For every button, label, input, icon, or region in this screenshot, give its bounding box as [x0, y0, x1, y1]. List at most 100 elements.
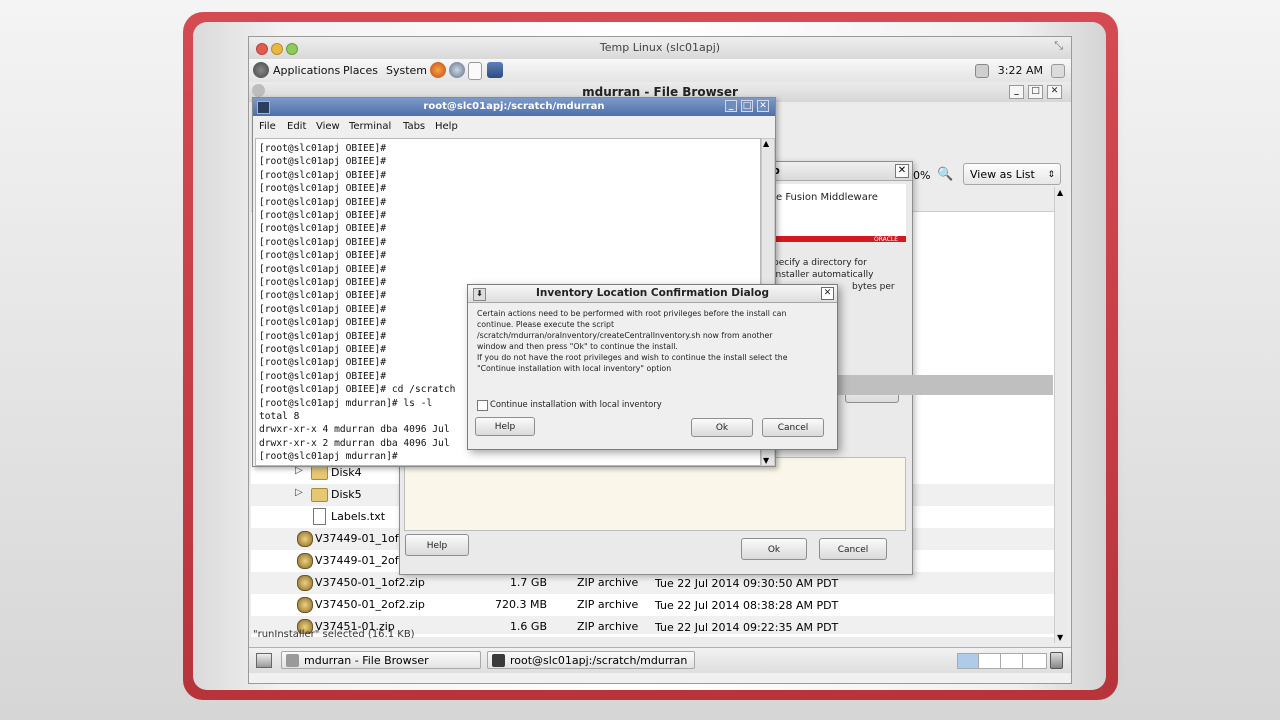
resize-icon[interactable]: ⤡	[1054, 39, 1063, 53]
workspace-switcher[interactable]	[957, 653, 1047, 669]
file-name: Labels.txt	[331, 510, 386, 523]
terminal-line: drwxr-xr-x 2 mdurran dba 4096 Jul	[259, 437, 450, 449]
volume-icon[interactable]	[1051, 64, 1065, 78]
terminal-titlebar: root@slc01apj:/scratch/mdurran _ □ ✕	[253, 98, 775, 116]
folder-icon	[311, 488, 328, 502]
network-icon[interactable]	[975, 64, 989, 78]
task-label: mdurran - File Browser	[304, 654, 429, 667]
menu-terminal[interactable]: Terminal	[349, 121, 391, 132]
ok-button[interactable]: Ok	[691, 418, 753, 437]
terminal-line: [root@slc01apj OBIEE]#	[259, 357, 387, 369]
menu-file[interactable]: File	[259, 121, 276, 132]
file-date: Tue 22 Jul 2014 09:22:35 AM PDT	[655, 621, 839, 634]
menu-view[interactable]: View	[316, 121, 340, 132]
close-icon[interactable]: ✕	[1047, 85, 1062, 99]
file-type: ZIP archive	[577, 598, 639, 611]
local-inventory-checkbox[interactable]	[477, 400, 488, 411]
menu-applications[interactable]: Applications	[273, 64, 340, 77]
file-date: Tue 22 Jul 2014 09:30:50 AM PDT	[655, 577, 839, 590]
workspace-4[interactable]	[1024, 654, 1044, 668]
updown-icon: ⇕	[1047, 170, 1055, 180]
terminal-window-icon[interactable]	[257, 101, 270, 114]
file-name: V37450-01_1of2.zip	[315, 576, 425, 589]
firefox-icon[interactable]	[430, 62, 446, 78]
terminal-task-icon	[492, 654, 505, 667]
vm-titlebar: Temp Linux (slc01apj) ⤡	[249, 37, 1071, 60]
file-row[interactable]: V37450-01_2of2.zip 720.3 MB ZIP archive Tue…	[251, 594, 1055, 616]
terminal-line: [root@slc01apj OBIEE]#	[259, 210, 387, 221]
ok-button[interactable]: Ok	[741, 538, 807, 560]
terminal-line: [root@slc01apj OBIEE]#	[259, 277, 387, 288]
dialog-titlebar: ⬇ Inventory Location Confirmation Dialog…	[468, 285, 837, 303]
terminal-line: [root@slc01apj OBIEE]# cd /scratch	[259, 384, 456, 396]
workspace-3[interactable]	[1002, 654, 1023, 668]
notes-icon[interactable]	[468, 62, 482, 80]
zoom-level: 0%	[913, 169, 931, 182]
scroll-up-icon[interactable]: ▲	[763, 139, 769, 148]
evolution-icon[interactable]	[449, 62, 465, 78]
zip-archive-icon	[297, 575, 313, 591]
scroll-down-icon[interactable]: ▼	[763, 456, 769, 465]
installer-text: installer automatically	[773, 270, 874, 280]
local-inventory-checkbox-label[interactable]: Continue installation with local invento…	[490, 399, 662, 409]
scroll-up-icon[interactable]: ▲	[1057, 188, 1063, 197]
file-name: V37449-01_2of2	[315, 554, 406, 567]
terminal-line: [root@slc01apj OBIEE]#	[259, 169, 387, 181]
terminal-line: [root@slc01apj OBIEE]#	[259, 317, 387, 329]
file-name: V37450-01_2of2.zip	[315, 598, 425, 611]
help-button[interactable]: Help	[475, 417, 535, 436]
help-button[interactable]: Help	[405, 534, 469, 556]
menu-help[interactable]: Help	[435, 121, 458, 132]
file-list-scrollbar[interactable]: ▲ ▼	[1054, 187, 1067, 643]
scroll-down-icon[interactable]: ▼	[1057, 633, 1063, 642]
dialog-message-line: /scratch/mdurran/oraInventory/createCent…	[477, 331, 773, 340]
text-file-icon	[313, 508, 326, 525]
close-icon[interactable]: ✕	[757, 100, 769, 112]
cancel-button[interactable]: Cancel	[819, 538, 887, 560]
menu-places[interactable]: Places	[343, 64, 378, 77]
dialog-window-icon[interactable]: ⬇	[473, 288, 486, 301]
zoom-icon[interactable]: 🔍	[937, 167, 953, 182]
minimize-icon[interactable]: _	[1009, 85, 1024, 99]
workspace-2[interactable]	[980, 654, 1001, 668]
close-icon[interactable]: ✕	[895, 164, 909, 178]
file-name: Disk4	[331, 466, 362, 479]
terminal-title: root@slc01apj:/scratch/mdurran	[423, 101, 605, 112]
view-mode-select[interactable]: View as List ⇕	[963, 163, 1061, 185]
file-browser-window-icon[interactable]	[252, 84, 265, 97]
zip-archive-icon	[297, 597, 313, 613]
show-desktop-icon[interactable]	[256, 653, 272, 668]
gnome-panel: Applications Places System 3:22 AM	[249, 59, 1071, 83]
oracle-logo: ORACLE	[874, 236, 898, 243]
file-browser-status: "runInstaller" selected (16.1 KB)	[253, 629, 415, 640]
terminal-line: [root@slc01apj OBIEE]#	[259, 196, 387, 208]
workspace-1[interactable]	[958, 654, 979, 668]
maximize-icon[interactable]: □	[741, 100, 753, 112]
terminal-line: total 8	[259, 411, 300, 422]
panel-clock[interactable]: 3:22 AM	[998, 64, 1043, 77]
menu-system[interactable]: System	[386, 64, 427, 77]
bottom-taskbar: mdurran - File Browser root@slc01apj:/sc…	[249, 647, 1071, 673]
zip-archive-icon	[297, 553, 313, 569]
terminal-line: [root@slc01apj OBIEE]#	[259, 290, 387, 302]
gnome-foot-icon[interactable]	[253, 62, 269, 78]
expand-icon[interactable]: ▷	[295, 487, 303, 498]
task-file-browser[interactable]: mdurran - File Browser	[281, 651, 481, 669]
minimize-icon[interactable]: _	[725, 100, 737, 112]
trash-icon[interactable]	[1050, 652, 1063, 669]
menu-edit[interactable]: Edit	[287, 121, 306, 132]
terminal-line: [root@slc01apj OBIEE]#	[259, 370, 387, 382]
file-type: ZIP archive	[577, 620, 639, 633]
cancel-button[interactable]: Cancel	[762, 418, 824, 437]
dialog-message-line: "Continue installation with local invent…	[477, 364, 672, 373]
terminal-line: [root@slc01apj OBIEE]#	[259, 263, 387, 275]
close-icon[interactable]: ✕	[821, 287, 834, 300]
terminal-menubar: File Edit View Terminal Tabs Help	[253, 118, 775, 136]
task-terminal[interactable]: root@slc01apj:/scratch/mdurran	[487, 651, 695, 669]
terminal-launcher-icon[interactable]	[487, 62, 503, 78]
file-name: V37449-01_1of2	[315, 532, 406, 545]
menu-tabs[interactable]: Tabs	[403, 121, 425, 132]
file-row[interactable]: V37450-01_1of2.zip 1.7 GB ZIP archive Tue 2…	[251, 572, 1055, 594]
maximize-icon[interactable]: □	[1028, 85, 1043, 99]
folder-icon	[311, 466, 328, 480]
